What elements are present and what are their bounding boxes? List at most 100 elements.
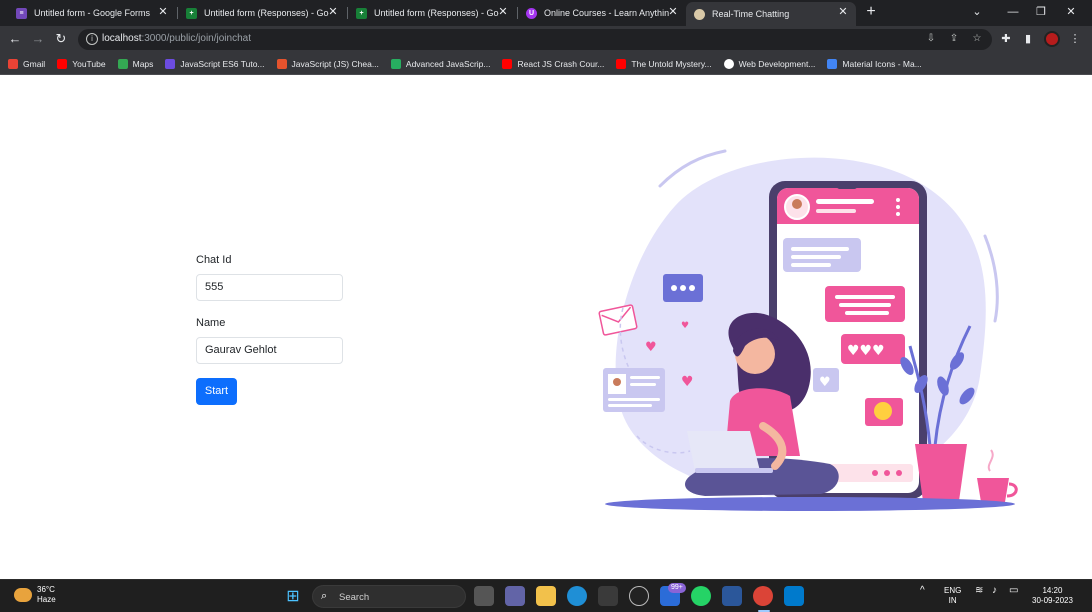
side-panel-icon[interactable]: ▮ bbox=[1020, 31, 1036, 47]
name-input[interactable]: Gaurav Gehlot bbox=[196, 337, 343, 364]
bookmarks-bar: Gmail YouTube Maps JavaScript ES6 Tuto..… bbox=[0, 53, 1092, 75]
task-view-icon[interactable] bbox=[474, 586, 494, 606]
tab-title: Untitled form (Responses) - Goo bbox=[374, 8, 499, 18]
bookmark-gmail[interactable]: Gmail bbox=[8, 58, 45, 69]
time: 14:20 bbox=[1042, 586, 1063, 595]
google-forms-icon: ≡ bbox=[16, 7, 27, 19]
tab-title: Real-Time Chatting bbox=[712, 9, 790, 19]
url-host: localhost bbox=[102, 33, 142, 44]
edge-icon[interactable] bbox=[567, 586, 587, 606]
windows-start-icon[interactable]: ⊞ bbox=[283, 586, 303, 606]
svg-text:♥: ♥ bbox=[819, 375, 831, 390]
chevron-down-icon[interactable]: ⌄ bbox=[968, 3, 986, 21]
bookmark-star-icon[interactable]: ☆ bbox=[970, 32, 984, 46]
chat-id-input[interactable]: 555 bbox=[196, 274, 343, 301]
svg-text:♥♥♥: ♥♥♥ bbox=[847, 343, 885, 359]
word-icon[interactable] bbox=[722, 586, 742, 606]
bookmark-site-icon bbox=[723, 58, 734, 69]
close-window-button[interactable]: ✕ bbox=[1062, 3, 1080, 21]
bookmark-js-es6[interactable]: JavaScript ES6 Tuto... bbox=[165, 58, 265, 69]
info-icon[interactable]: i bbox=[86, 33, 98, 45]
page-content: Chat Id 555 Name Gaurav Gehlot Start ♥♥♥… bbox=[0, 76, 1092, 579]
bookmark-youtube[interactable]: YouTube bbox=[57, 58, 106, 69]
dell-icon[interactable] bbox=[629, 586, 649, 606]
bookmark-material-icons[interactable]: Material Icons - Ma... bbox=[827, 58, 922, 69]
whatsapp-icon[interactable] bbox=[691, 586, 711, 606]
language-indicator[interactable]: ENG IN bbox=[944, 586, 961, 606]
vscode-icon[interactable] bbox=[784, 586, 804, 606]
tab-real-time-chatting[interactable]: Real-Time Chatting ✕ bbox=[686, 2, 856, 26]
google-sheets-icon: + bbox=[356, 7, 367, 19]
tab-title: Untitled form - Google Forms bbox=[34, 8, 151, 18]
close-icon[interactable]: ✕ bbox=[326, 5, 340, 18]
address-bar[interactable]: i localhost:3000/public/join/joinchat ⇩ … bbox=[78, 29, 992, 50]
url-text: localhost:3000/public/join/joinchat bbox=[102, 33, 251, 44]
battery-icon[interactable]: ▭ bbox=[1009, 586, 1018, 596]
bookmark-label: React JS Crash Cour... bbox=[517, 58, 605, 69]
tab-online-courses[interactable]: U Online Courses - Learn Anything ✕ bbox=[518, 2, 686, 24]
bookmark-advanced-js[interactable]: Advanced JavaScrip... bbox=[390, 58, 491, 69]
tab-google-forms[interactable]: ≡ Untitled form - Google Forms ✕ bbox=[8, 2, 176, 24]
avatar[interactable] bbox=[1044, 31, 1060, 47]
google-sheets-icon: + bbox=[186, 7, 197, 19]
taskbar-search[interactable]: ⌕ Search bbox=[312, 585, 466, 608]
share-icon[interactable]: ⇪ bbox=[947, 32, 961, 46]
chat-illustration: ♥♥♥ ♥ ♥ ♥ ♥ bbox=[598, 149, 1018, 511]
file-explorer-icon[interactable] bbox=[536, 586, 556, 606]
gmail-icon bbox=[8, 58, 18, 69]
clock[interactable]: 14:20 30-09-2023 bbox=[1032, 586, 1073, 606]
language-code: ENG bbox=[944, 586, 962, 595]
haze-weather-icon bbox=[14, 588, 32, 602]
wifi-icon[interactable]: ≋ bbox=[975, 586, 983, 596]
tab-sheets-responses-2[interactable]: + Untitled form (Responses) - Goo ✕ bbox=[348, 2, 516, 24]
tab-title: Untitled form (Responses) - Goo bbox=[204, 8, 329, 18]
bookmark-label: Advanced JavaScrip... bbox=[405, 58, 491, 69]
close-icon[interactable]: ✕ bbox=[666, 5, 680, 18]
tab-sheets-responses-1[interactable]: + Untitled form (Responses) - Goo ✕ bbox=[178, 2, 346, 24]
bookmark-js-cheatsheet[interactable]: JavaScript (JS) Chea... bbox=[276, 58, 379, 69]
chat-id-label: Chat Id bbox=[196, 254, 232, 266]
menu-kebab-icon[interactable]: ⋮ bbox=[1067, 31, 1083, 47]
bookmark-untold-mystery[interactable]: The Untold Mystery... bbox=[616, 58, 712, 69]
bookmark-label: Web Development... bbox=[738, 58, 816, 69]
extensions-icon[interactable]: ✚ bbox=[998, 31, 1014, 47]
bookmark-web-development[interactable]: Web Development... bbox=[723, 58, 816, 69]
teams-chat-icon[interactable] bbox=[505, 586, 525, 606]
bookmark-label: JavaScript (JS) Chea... bbox=[291, 58, 379, 69]
microsoft-store-icon[interactable] bbox=[598, 586, 618, 606]
volume-icon[interactable]: ♪ bbox=[992, 586, 997, 596]
minimize-button[interactable]: — bbox=[1004, 3, 1022, 21]
new-tab-button[interactable]: + bbox=[862, 3, 880, 21]
close-icon[interactable]: ✕ bbox=[156, 5, 170, 18]
install-app-icon[interactable]: ⇩ bbox=[924, 32, 938, 46]
reload-button[interactable]: ↻ bbox=[52, 30, 70, 48]
bookmark-site-icon bbox=[276, 58, 287, 69]
globe-icon bbox=[694, 8, 705, 20]
tab-title: Online Courses - Learn Anything bbox=[544, 8, 669, 18]
restore-button[interactable]: ❐ bbox=[1032, 3, 1050, 21]
svg-text:♥: ♥ bbox=[681, 374, 694, 390]
date: 30-09-2023 bbox=[1032, 596, 1073, 605]
youtube-icon bbox=[616, 58, 627, 69]
close-icon[interactable]: ✕ bbox=[836, 5, 850, 18]
udemy-icon: U bbox=[526, 7, 537, 19]
name-label: Name bbox=[196, 317, 226, 329]
browser-toolbar: ← → ↻ i localhost:3000/public/join/joinc… bbox=[0, 26, 1092, 53]
chrome-icon[interactable] bbox=[753, 586, 773, 606]
bookmark-label: JavaScript ES6 Tuto... bbox=[180, 58, 265, 69]
weather-widget[interactable]: 36°C Haze bbox=[14, 585, 56, 605]
close-icon[interactable]: ✕ bbox=[496, 5, 510, 18]
svg-text:♥: ♥ bbox=[681, 321, 689, 331]
youtube-icon bbox=[57, 58, 68, 69]
bookmark-maps[interactable]: Maps bbox=[117, 58, 153, 69]
back-button[interactable]: ← bbox=[6, 30, 24, 48]
bookmark-react-crash[interactable]: React JS Crash Cour... bbox=[502, 58, 605, 69]
windows-taskbar: 36°C Haze ⊞ ⌕ Search 99+ ^ ENG IN ≋ ♪ ▭ … bbox=[0, 579, 1092, 612]
browser-tab-strip: ≡ Untitled form - Google Forms ✕ + Untit… bbox=[0, 0, 1092, 26]
chevron-up-icon[interactable]: ^ bbox=[920, 586, 925, 596]
start-button[interactable]: Start bbox=[196, 378, 237, 405]
bookmark-label: The Untold Mystery... bbox=[631, 58, 712, 69]
material-icons-icon bbox=[827, 58, 838, 69]
bookmark-site-icon bbox=[390, 58, 401, 69]
forward-button[interactable]: → bbox=[29, 30, 47, 48]
